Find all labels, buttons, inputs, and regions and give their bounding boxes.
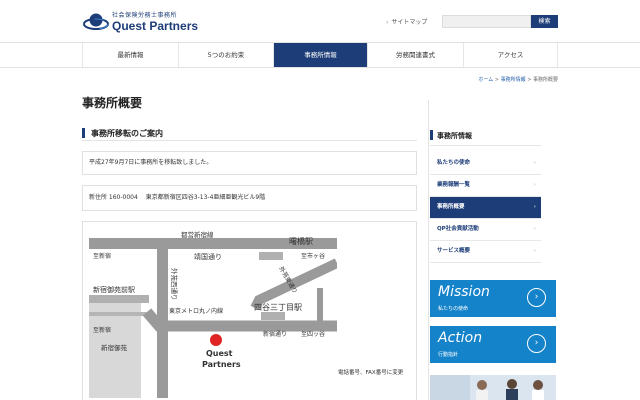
circle-arrow-icon: › <box>527 288 546 307</box>
station-block-top <box>259 252 283 260</box>
chevron-right-icon: › <box>533 204 536 210</box>
nav-item-access[interactable]: アクセス <box>463 43 558 67</box>
promo-subtitle: 私たちの使命 <box>438 306 469 312</box>
chevron-right-icon: › <box>386 19 389 26</box>
sitemap-label: サイトマップ <box>391 19 428 26</box>
sidebar-item-label: 私たちの使命 <box>437 160 471 166</box>
section-heading-text: 事務所移転のご案内 <box>91 129 163 138</box>
staff-photo-image <box>430 375 556 400</box>
map-label-shinjuku-dori: 新宿通り <box>263 330 287 338</box>
staff-photo-banner[interactable] <box>430 375 556 400</box>
chevron-right-icon: › <box>533 160 536 166</box>
sidebar-item-mission[interactable]: 私たちの使命 › <box>430 153 541 175</box>
chevron-right-icon: › <box>533 248 536 254</box>
site-logo[interactable]: 社会保険労務士事務所 Quest Partners <box>83 9 203 35</box>
map-label-yasukuni: 靖国通り <box>194 252 222 261</box>
map-label-gyoen-station: 新宿御苑前駅 <box>93 285 135 294</box>
page-title: 事務所概要 <box>82 96 143 110</box>
map-label-marunouchi: 東京メトロ丸ノ内線 <box>169 307 223 315</box>
sidebar-item-label: サービス概要 <box>437 248 471 254</box>
logo-subtitle: 社会保険労務士事務所 <box>112 12 178 19</box>
map-label-akebonobashi: 曙橋駅 <box>289 236 313 246</box>
sidebar-title-text: 事務所情報 <box>437 132 472 140</box>
address-text: 東京都新宿区四谷3-13-4亜細亜観光ビル9階 <box>145 194 266 201</box>
map-note: 電話番号、FAX番号に変更 <box>338 370 404 376</box>
promo-title: Mission <box>438 284 490 300</box>
sidebar-item-services[interactable]: サービス概要 › <box>430 241 541 263</box>
access-map: 都営新宿線 曙橋駅 至新宿 至市ヶ谷 外苑西通り 靖国通り 外苑東通り 新宿御苑… <box>82 221 417 400</box>
station-block-sanchome <box>261 312 285 320</box>
sidebar-item-fees[interactable]: 業務報酬一覧 › <box>430 175 541 197</box>
office-marker <box>210 334 222 346</box>
station-block-gyoen <box>89 295 149 303</box>
heading-accent-bar <box>82 128 85 138</box>
logo-name: Quest Partners <box>112 19 199 33</box>
sidebar-item-office-overview[interactable]: 事務所概要 › <box>430 197 541 219</box>
breadcrumb-home[interactable]: ホーム <box>478 77 493 83</box>
search-input[interactable] <box>442 15 531 28</box>
nav-item-promises[interactable]: 5つのお約束 <box>178 43 273 67</box>
section-heading: 事務所移転のご案内 <box>82 127 417 141</box>
map-marker-name-2: Partners <box>202 360 241 369</box>
breadcrumb-parent[interactable]: 事務所情報 <box>501 77 526 83</box>
sitemap-link[interactable]: › サイトマップ <box>386 17 427 26</box>
site-header: 社会保険労務士事務所 Quest Partners › サイトマップ 検索 <box>0 0 640 42</box>
metro-line-left <box>89 312 147 316</box>
sidebar-accent-bar <box>430 130 433 140</box>
chevron-right-icon: › <box>533 226 536 232</box>
map-label-to-yotsuya: 至四ッ谷 <box>301 330 325 338</box>
search-button[interactable]: 検索 <box>531 15 558 28</box>
nav-item-news[interactable]: 最新情報 <box>82 43 178 67</box>
promo-banner-mission[interactable]: Mission 私たちの使命 › <box>430 280 556 317</box>
map-label-to-shinjuku: 至新宿 <box>93 252 111 260</box>
new-address: 新住所 160-0004 東京都新宿区四谷3-13-4亜細亜観光ビル9階 <box>82 185 417 211</box>
promo-title: Action <box>438 330 483 346</box>
map-label-top-line: 都営新宿線 <box>181 230 214 239</box>
promo-subtitle: 行動指針 <box>438 352 459 358</box>
map-marker-name-1: Quest <box>206 349 233 358</box>
nav-item-office-info[interactable]: 事務所情報 <box>273 43 367 67</box>
breadcrumb-separator: > <box>493 77 501 83</box>
sidebar-title: 事務所情報 <box>430 126 541 146</box>
address-postal: 新住所 160-0004 <box>89 194 138 201</box>
circle-arrow-icon: › <box>527 334 546 353</box>
sidebar-item-label: QP社会貢献活動 <box>437 226 479 232</box>
logo-mark-icon <box>83 13 109 30</box>
chevron-right-icon: › <box>533 182 536 188</box>
map-image: 都営新宿線 曙橋駅 至新宿 至市ヶ谷 外苑西通り 靖国通り 外苑東通り 新宿御苑… <box>89 228 337 398</box>
sidebar-item-social-contribution[interactable]: QP社会貢献活動 › <box>430 219 541 241</box>
promo-banner-action[interactable]: Action 行動指針 › <box>430 326 556 363</box>
map-label-park: 新宿御苑 <box>101 343 128 352</box>
breadcrumb: ホーム > 事務所情報 > 事務所概要 <box>478 76 558 83</box>
map-label-sanchome-station: 四谷三丁目駅 <box>254 303 302 312</box>
global-nav: 最新情報 5つのお約束 事務所情報 労務関連書式 アクセス <box>0 42 640 68</box>
breadcrumb-current: 事務所概要 <box>532 77 558 83</box>
map-label-to-shinjuku-2: 至新宿 <box>93 326 111 334</box>
sidebar-item-label: 業務報酬一覧 <box>437 182 471 188</box>
nav-item-labor-forms[interactable]: 労務関連書式 <box>367 43 463 67</box>
breadcrumb-separator: > <box>525 77 533 83</box>
map-label-gaien-nishi: 外苑西通り <box>170 268 179 301</box>
sidebar-item-label: 事務所概要 <box>437 204 465 210</box>
relocation-notice-text: 平成27年9月7日に事務所を移転致しました。 <box>89 159 213 166</box>
map-label-to-ichigaya: 至市ヶ谷 <box>301 252 325 260</box>
road-right <box>317 288 323 324</box>
relocation-notice: 平成27年9月7日に事務所を移転致しました。 <box>82 151 417 175</box>
sidebar-divider <box>428 100 429 400</box>
